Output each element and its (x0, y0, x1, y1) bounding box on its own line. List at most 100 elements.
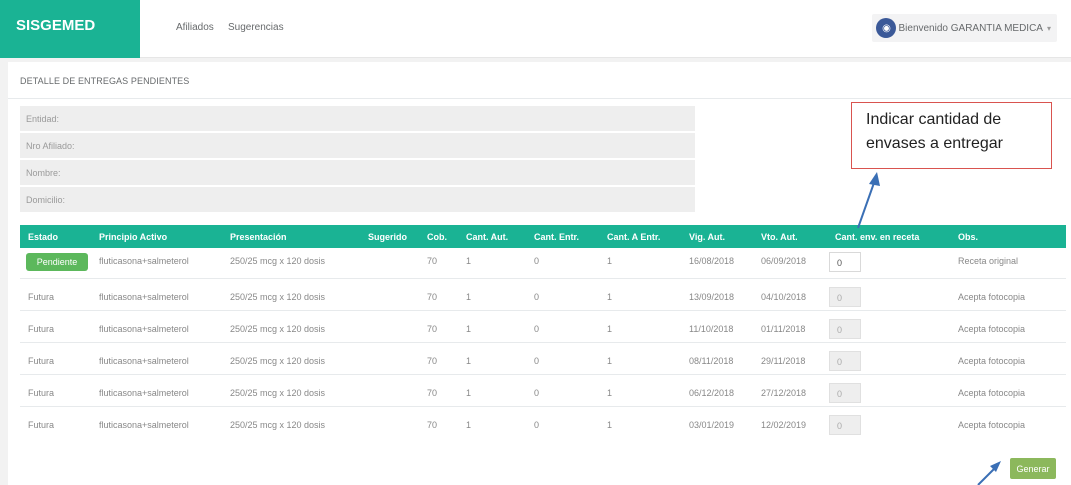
cell-vto-aut: 27/12/2018 (761, 388, 807, 398)
col-estado: Estado (28, 232, 59, 242)
cell-obs: Acepta fotocopia (958, 388, 1026, 398)
cell-cant-entr: 0 (534, 324, 540, 334)
cell-cant-a-entr: 1 (607, 356, 613, 366)
envases-input-disabled: 0 (829, 383, 861, 403)
cell-estado: Futura (28, 388, 55, 398)
cell-presentacion: 250/25 mcg x 120 dosis (230, 292, 326, 302)
cell-cant-entr: 0 (534, 356, 540, 366)
cell-cant-aut: 1 (466, 356, 472, 366)
table-row: Futura fluticasona+salmeterol 250/25 mcg… (20, 376, 1066, 407)
divider (8, 98, 1071, 99)
cell-cant-aut: 1 (466, 420, 472, 430)
cell-cant-entr: 0 (534, 292, 540, 302)
cell-cob: 70 (427, 324, 438, 334)
col-obs: Obs. (958, 232, 979, 242)
table-row: Futura fluticasona+salmeterol 250/25 mcg… (20, 344, 1066, 375)
cell-cant-a-entr: 1 (607, 292, 613, 302)
col-cant-a-entr: Cant. A Entr. (607, 232, 661, 242)
cell-obs: Acepta fotocopia (958, 420, 1026, 430)
cell-principio: fluticasona+salmeterol (99, 420, 189, 430)
cell-vig-aut: 13/09/2018 (689, 292, 735, 302)
cell-vto-aut: 04/10/2018 (761, 292, 807, 302)
cell-cant-a-entr: 1 (607, 256, 613, 266)
envases-input-disabled: 0 (829, 351, 861, 371)
col-vto-aut: Vto. Aut. (761, 232, 798, 242)
cell-vig-aut: 11/10/2018 (689, 324, 734, 334)
table-header: Estado Principio Activo Presentación Sug… (20, 225, 1066, 248)
field-nro-afiliado: Nro Afiliado: (20, 133, 695, 158)
cell-presentacion: 250/25 mcg x 120 dosis (230, 356, 326, 366)
annotation-callout: Indicar cantidad de envases a entregar (851, 102, 1052, 169)
nav-sugerencias[interactable]: Sugerencias (228, 22, 284, 33)
cell-cob: 70 (427, 292, 438, 302)
cell-cant-aut: 1 (466, 324, 472, 334)
field-domicilio: Domicilio: (20, 187, 695, 212)
col-vig-aut: Vig. Aut. (689, 232, 725, 242)
cell-principio: fluticasona+salmeterol (99, 388, 189, 398)
field-entidad: Entidad: (20, 106, 695, 131)
cell-cob: 70 (427, 256, 438, 266)
cell-vig-aut: 03/01/2019 (689, 420, 735, 430)
cell-estado: Futura (28, 420, 55, 430)
cell-vto-aut: 12/02/2019 (761, 420, 807, 430)
cell-cant-aut: 1 (466, 292, 472, 302)
cell-cant-aut: 1 (466, 256, 472, 266)
field-nombre: Nombre: (20, 160, 695, 185)
cell-obs: Acepta fotocopia (958, 324, 1026, 334)
cell-cob: 70 (427, 388, 438, 398)
col-cant-aut: Cant. Aut. (466, 232, 509, 242)
brand-logo[interactable]: SISGEMED (0, 0, 140, 58)
cell-obs: Receta original (958, 256, 1019, 266)
user-avatar-icon: ◉ (876, 18, 897, 38)
chevron-down-icon: ▾ (1046, 23, 1051, 33)
cell-vig-aut: 16/08/2018 (689, 256, 735, 266)
cell-estado: Futura (28, 292, 55, 302)
cell-vto-aut: 06/09/2018 (761, 256, 807, 266)
cell-presentacion: 250/25 mcg x 120 dosis (230, 324, 326, 334)
envases-input-disabled: 0 (829, 319, 861, 339)
user-welcome-label: Bienvenido GARANTIA MEDICA (898, 22, 1043, 34)
table-row: Futura fluticasona+salmeterol 250/25 mcg… (20, 408, 1066, 439)
cell-presentacion: 250/25 mcg x 120 dosis (230, 256, 326, 266)
col-sugerido: Sugerido (368, 232, 408, 242)
cell-presentacion: 250/25 mcg x 120 dosis (230, 420, 326, 430)
envases-input[interactable]: 0 (829, 252, 861, 272)
cell-obs: Acepta fotocopia (958, 292, 1026, 302)
cell-vig-aut: 06/12/2018 (689, 388, 735, 398)
cell-estado: Futura (28, 356, 55, 366)
generar-button[interactable]: Generar (1010, 458, 1056, 479)
cell-estado: Futura (28, 324, 55, 334)
cell-presentacion: 250/25 mcg x 120 dosis (230, 388, 326, 398)
cell-cant-entr: 0 (534, 420, 540, 430)
user-menu[interactable]: ◉ Bienvenido GARANTIA MEDICA ▾ (872, 14, 1057, 42)
col-presentacion: Presentación (230, 232, 287, 242)
cell-cant-entr: 0 (534, 388, 540, 398)
cell-principio: fluticasona+salmeterol (99, 324, 189, 334)
cell-cant-a-entr: 1 (607, 388, 613, 398)
cell-cant-aut: 1 (466, 388, 472, 398)
envases-input-disabled: 0 (829, 287, 861, 307)
cell-vto-aut: 01/11/2018 (761, 324, 806, 334)
col-cant-entr: Cant. Entr. (534, 232, 580, 242)
col-cant-env-receta: Cant. env. en receta (835, 232, 920, 242)
cell-cob: 70 (427, 420, 438, 430)
col-principio-activo: Principio Activo (99, 232, 168, 242)
table-row: Pendiente fluticasona+salmeterol 250/25 … (20, 248, 1066, 279)
table-row: Futura fluticasona+salmeterol 250/25 mcg… (20, 312, 1066, 343)
cell-cant-a-entr: 1 (607, 324, 613, 334)
cell-principio: fluticasona+salmeterol (99, 356, 189, 366)
nav-afiliados[interactable]: Afiliados (176, 22, 214, 33)
callout-line-2: envases a entregar (866, 135, 1003, 152)
top-bar: SISGEMED Afiliados Sugerencias ◉ Bienven… (0, 0, 1071, 58)
panel-title: DETALLE DE ENTREGAS PENDIENTES (20, 76, 190, 86)
cell-principio: fluticasona+salmeterol (99, 292, 189, 302)
cell-cant-entr: 0 (534, 256, 540, 266)
table-row: Futura fluticasona+salmeterol 250/25 mcg… (20, 280, 1066, 311)
status-badge-pendiente[interactable]: Pendiente (26, 253, 88, 271)
cell-obs: Acepta fotocopia (958, 356, 1026, 366)
col-cob: Cob. (427, 232, 447, 242)
cell-cob: 70 (427, 356, 438, 366)
cell-vig-aut: 08/11/2018 (689, 356, 734, 366)
cell-principio: fluticasona+salmeterol (99, 256, 189, 266)
envases-input-disabled: 0 (829, 415, 861, 435)
